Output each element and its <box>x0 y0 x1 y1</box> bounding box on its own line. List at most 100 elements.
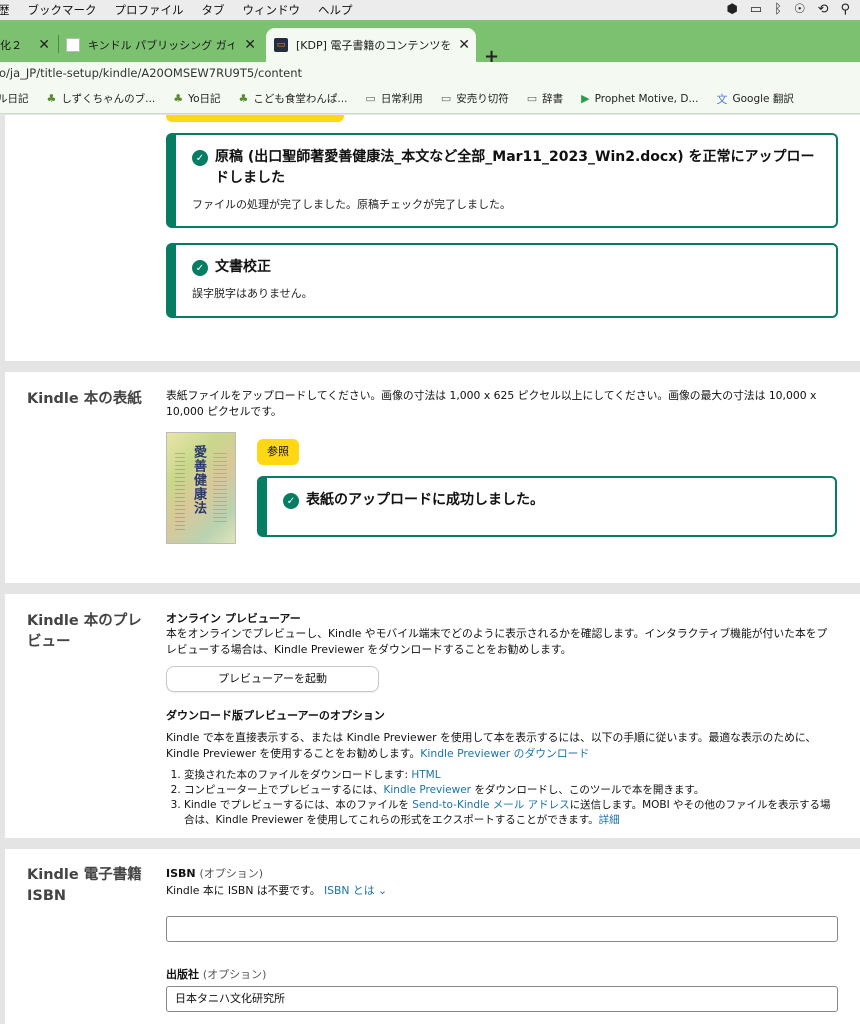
bookmark-item[interactable]: ♣ Yo日記 <box>173 91 220 106</box>
google-play-icon: ▶ <box>581 92 590 105</box>
list-item: 変換された本のファイルをダウンロードします: HTML <box>184 768 838 783</box>
cover-upload-success-alert: ✓ 表紙のアップロードに成功しました。 <box>257 476 837 537</box>
close-icon[interactable]: ✕ <box>244 37 256 53</box>
menu-profiles[interactable]: プロファイル <box>106 2 193 18</box>
bookmark-label: 安売り切符 <box>456 93 509 105</box>
bookmark-label: 日常利用 <box>380 93 423 105</box>
manuscript-section: ✓ 原稿 (出口聖師著愛善健康法_本文など全部_Mar11_2023_Win2.d… <box>5 115 860 361</box>
bookmark-item[interactable]: 文 Google 翻訳 <box>716 91 793 107</box>
window-status-icon[interactable]: ▭ <box>750 2 762 17</box>
send-to-kindle-link[interactable]: Send-to-Kindle メール アドレス <box>412 799 569 811</box>
list-item: Kindle でプレビューするには、本のファイルを Send-to-Kindle… <box>184 798 838 828</box>
bookmark-label: こども食堂わんぱ... <box>253 93 348 105</box>
manuscript-upload-title: 原稿 (出口聖師著愛善健康法_本文など全部_Mar11_2023_Win2.do… <box>215 149 815 186</box>
folder-icon: ▭ <box>526 92 538 105</box>
bookmark-label: Prophet Motive, D... <box>594 92 699 105</box>
isbn-section: Kindle 電子書籍 ISBN ISBN (オプション) Kindle 本に … <box>5 849 860 1024</box>
upload-button-partial[interactable] <box>166 115 344 122</box>
publisher-input[interactable]: 日本タニハ文化研究所 <box>166 986 838 1012</box>
list-item: コンピューター上でプレビューするには、Kindle Previewer をダウン… <box>184 783 838 798</box>
system-tray: ⬢ ▭ ᛒ ☉ ⟲ ⚲ <box>726 2 850 17</box>
cover-upload-title: 表紙のアップロードに成功しました。 <box>306 492 544 508</box>
frog-icon: ♣ <box>46 92 57 105</box>
bookmark-label: Google 翻訳 <box>732 93 794 105</box>
menu-window[interactable]: ウィンドウ <box>234 2 310 18</box>
bookmark-label: ル日記 <box>0 93 29 105</box>
download-previewer-description: Kindle で本を直接表示する、または Kindle Previewer を使… <box>166 731 817 760</box>
tab-2[interactable]: キンドル パブリッシング ガイド ✕ <box>66 28 262 62</box>
proofreading-title: 文書校正 <box>215 259 271 275</box>
menu-bookmarks[interactable]: ブックマーク <box>19 2 106 18</box>
bookmark-label: Yo日記 <box>188 93 221 105</box>
frog-icon: ♣ <box>173 92 184 105</box>
cover-section-title: Kindle 本の表紙 <box>27 391 142 407</box>
download-previewer-heading: ダウンロード版プレビューアーのオプション <box>166 709 385 722</box>
bookmark-folder[interactable]: ▭ 辞書 <box>527 91 563 106</box>
bookmark-folder[interactable]: ▭ 安売り切符 <box>441 91 509 106</box>
close-icon[interactable]: ✕ <box>38 37 50 53</box>
tab-label: 化２ <box>0 39 22 52</box>
manuscript-upload-body: ファイルの処理が完了しました。原稿チェックが完了しました。 <box>192 198 511 211</box>
isbn-note: Kindle 本に ISBN は不要です。 ISBN とは ⌄ <box>166 884 388 897</box>
bookmark-folder[interactable]: ▭ 日常利用 <box>365 91 422 106</box>
tab-label: キンドル パブリッシング ガイド <box>88 39 234 52</box>
isbn-section-title: Kindle 電子書籍 ISBN <box>27 867 142 904</box>
bookmarks-bar: ル日記 ♣ しずくちゃんのブ... ♣ Yo日記 ♣ こども食堂わんぱ... ▭ 日常利… <box>0 84 860 114</box>
tab-1[interactable]: 化２ ✕ <box>0 28 56 62</box>
address-bar[interactable]: o/ja_JP/title-setup/kindle/A20OMSEW7RU9T… <box>0 62 860 84</box>
cover-thumbnail-title: 愛善健康法 <box>191 445 206 515</box>
download-kindle-previewer-link[interactable]: Kindle Previewer のダウンロード <box>420 747 589 760</box>
url-text: o/ja_JP/title-setup/kindle/A20OMSEW7RU9T… <box>0 66 303 80</box>
isbn-input[interactable] <box>166 916 838 942</box>
details-link[interactable]: 詳細 <box>599 814 620 826</box>
tab-3-active[interactable]: ▭ [KDP] 電子書籍のコンテンツを編 ✕ <box>266 28 476 62</box>
cover-description: 表紙ファイルをアップロードしてください。画像の寸法は 1,000 x 625 ピ… <box>166 389 817 418</box>
menu-tab[interactable]: タブ <box>193 2 234 18</box>
bookmark-item[interactable]: ▶ Prophet Motive, D... <box>581 92 698 105</box>
check-circle-icon: ✓ <box>192 260 208 276</box>
binoculars-icon[interactable]: ⚲ <box>840 2 850 17</box>
preview-section-title: Kindle 本のプレビュー <box>27 613 142 650</box>
launch-previewer-button[interactable]: プレビューアーを起動 <box>166 666 379 692</box>
kdp-favicon-icon: ▭ <box>274 38 288 52</box>
isbn-label: ISBN (オプション) <box>166 867 264 880</box>
macos-menu-bar: 歴 ブックマーク プロファイル タブ ウィンドウ ヘルプ ⬢ ▭ ᛒ ☉ ⟲ ⚲ <box>0 0 860 20</box>
preview-section: Kindle 本のプレビュー オンライン プレビューアー 本をオンラインでプレビ… <box>5 594 860 838</box>
browse-button[interactable]: 参照 <box>257 439 299 465</box>
cover-section: Kindle 本の表紙 表紙ファイルをアップロードしてください。画像の寸法は 1… <box>5 372 860 583</box>
online-previewer-heading: オンライン プレビューアー <box>166 612 301 625</box>
bluetooth-icon[interactable]: ᛒ <box>774 2 782 17</box>
preview-steps-list: 変換された本のファイルをダウンロードします: HTML コンピューター上でプレビ… <box>166 768 838 828</box>
close-icon[interactable]: ✕ <box>458 37 470 53</box>
manuscript-upload-success-alert: ✓ 原稿 (出口聖師著愛善健康法_本文など全部_Mar11_2023_Win2.d… <box>166 133 838 228</box>
time-machine-icon[interactable]: ⟲ <box>818 2 829 17</box>
chevron-down-icon[interactable]: ⌄ <box>375 884 387 897</box>
google-translate-icon: 文 <box>716 92 728 106</box>
accessibility-icon[interactable]: ☉ <box>794 2 806 17</box>
online-previewer-description: 本をオンラインでプレビューし、Kindle やモバイル端末でどのように表示される… <box>166 627 828 656</box>
bookmark-item[interactable]: ♣ こども食堂わんぱ... <box>239 91 348 106</box>
publisher-label: 出版社 (オプション) <box>166 968 267 981</box>
page-content: ✓ 原稿 (出口聖師著愛善健康法_本文など全部_Mar11_2023_Win2.d… <box>0 115 860 1024</box>
cover-thumbnail: 愛善健康法 <box>166 432 236 544</box>
bookmark-label: しずくちゃんのブ... <box>61 93 156 105</box>
bookmark-item[interactable]: ♣ しずくちゃんのブ... <box>47 91 156 106</box>
check-circle-icon: ✓ <box>283 493 299 509</box>
folder-icon: ▭ <box>440 92 452 105</box>
kindle-previewer-link[interactable]: Kindle Previewer <box>384 784 472 796</box>
proofreading-body: 誤字脱字はありません。 <box>192 287 313 300</box>
tab-strip: 化２ ✕ キンドル パブリッシング ガイド ✕ ▭ [KDP] 電子書籍のコンテ… <box>0 20 860 67</box>
tab-divider <box>58 35 59 53</box>
proofreading-alert: ✓ 文書校正 誤字脱字はありません。 <box>166 243 838 318</box>
menu-help[interactable]: ヘルプ <box>309 2 362 18</box>
menu-history[interactable]: 歴 <box>0 2 19 18</box>
check-circle-icon: ✓ <box>192 150 208 166</box>
app-status-icon[interactable]: ⬢ <box>726 2 737 17</box>
folder-icon: ▭ <box>365 92 376 105</box>
html-download-link[interactable]: HTML <box>411 769 440 781</box>
tab-label: [KDP] 電子書籍のコンテンツを編 <box>296 39 452 52</box>
what-is-isbn-link[interactable]: ISBN とは <box>324 884 375 897</box>
bookmark-label: 辞書 <box>542 93 564 105</box>
page-favicon-icon <box>66 38 80 52</box>
bookmark-item[interactable]: ル日記 <box>0 91 29 106</box>
